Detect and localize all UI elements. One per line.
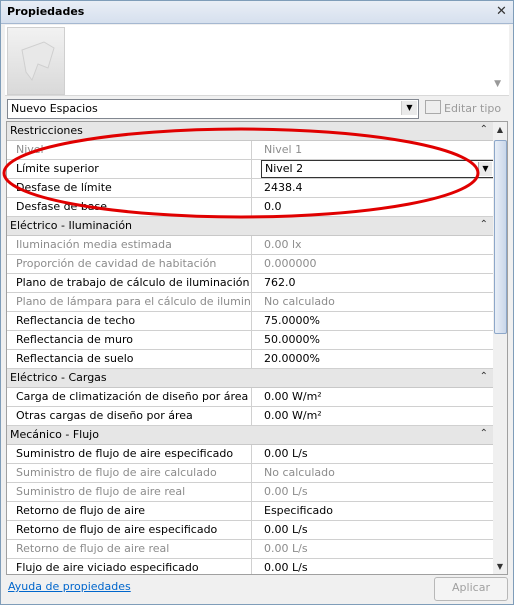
property-value: Nivel 1: [264, 143, 303, 156]
property-name: Retorno de flujo de aire: [7, 502, 252, 520]
property-name: Plano de lámpara para el cálculo de ilum…: [7, 293, 252, 311]
property-row[interactable]: Otras cargas de diseño por área 0.00 W/m²: [7, 407, 494, 426]
property-value[interactable]: Especificado: [261, 502, 494, 520]
property-row: Plano de lámpara para el cálculo de ilum…: [7, 293, 494, 312]
property-value[interactable]: 0.00 L/s: [261, 445, 494, 463]
type-selector[interactable]: Nuevo Espacios ▼: [7, 99, 419, 119]
help-link[interactable]: Ayuda de propiedades: [8, 580, 131, 593]
property-name: Desfase de límite: [7, 179, 252, 197]
property-value[interactable]: 0.00 W/m²: [261, 388, 494, 406]
collapse-icon[interactable]: ⌃: [480, 371, 488, 382]
property-name: Suministro de flujo de aire real: [7, 483, 252, 501]
property-name: Límite superior: [7, 160, 252, 178]
property-value: No calculado: [264, 466, 335, 479]
property-value[interactable]: 762.0: [261, 274, 494, 292]
property-name: Flujo de aire viciado especificado: [7, 559, 252, 574]
edit-type-label: Editar tipo: [444, 102, 502, 115]
apply-button[interactable]: Aplicar: [434, 577, 508, 601]
property-value: 0.000000: [264, 257, 317, 270]
property-value: Nivel 2: [265, 162, 304, 175]
property-row[interactable]: Retorno de flujo de aire especificado 0.0…: [7, 521, 494, 540]
property-row[interactable]: Suministro de flujo de aire especificado…: [7, 445, 494, 464]
group-header[interactable]: Restricciones ⌃: [7, 122, 494, 141]
property-row: Retorno de flujo de aire real 0.00 L/s: [7, 540, 494, 559]
property-value[interactable]: 50.0000%: [261, 331, 494, 349]
property-name: Suministro de flujo de aire calculado: [7, 464, 252, 482]
group-header[interactable]: Eléctrico - Cargas ⌃: [7, 369, 494, 388]
property-name: Iluminación media estimada: [7, 236, 252, 254]
property-row[interactable]: Reflectancia de suelo 20.0000%: [7, 350, 494, 369]
property-value[interactable]: 75.0000%: [261, 312, 494, 330]
property-value: 0.00 L/s: [264, 485, 308, 498]
property-row[interactable]: Desfase de base 0.0: [7, 198, 494, 217]
property-row: Nivel Nivel 1: [7, 141, 494, 160]
property-row[interactable]: Límite superior Nivel 2 ▼: [7, 160, 494, 179]
property-value-dropdown[interactable]: Nivel 2 ▼: [261, 160, 494, 178]
property-name: Otras cargas de diseño por área: [7, 407, 252, 425]
property-name: Plano de trabajo de cálculo de iluminaci…: [7, 274, 252, 292]
group-header[interactable]: Eléctrico - Iluminación ⌃: [7, 217, 494, 236]
title-bar[interactable]: Propiedades ✕: [1, 1, 513, 24]
property-name: Reflectancia de muro: [7, 331, 252, 349]
property-value[interactable]: 20.0000%: [261, 350, 494, 368]
preview-dropdown-icon[interactable]: ▼: [494, 79, 501, 89]
property-name: Retorno de flujo de aire especificado: [7, 521, 252, 539]
property-name: Suministro de flujo de aire especificado: [7, 445, 252, 463]
property-row[interactable]: Flujo de aire viciado especificado 0.00 L…: [7, 559, 494, 574]
property-value[interactable]: 0.0: [261, 198, 494, 216]
collapse-icon[interactable]: ⌃: [480, 219, 488, 230]
property-row: Proporción de cavidad de habitación 0.000…: [7, 255, 494, 274]
vertical-scrollbar[interactable]: ▲ ▼: [493, 121, 508, 575]
close-icon[interactable]: ✕: [494, 4, 509, 19]
property-value[interactable]: 0.00 L/s: [261, 521, 494, 539]
collapse-icon[interactable]: ⌃: [480, 124, 488, 135]
property-value[interactable]: 0.00 L/s: [261, 559, 494, 574]
properties-palette: Propiedades ✕ ▼ Nuevo Espacios ▼ Editar …: [0, 0, 514, 605]
type-preview-image: [7, 27, 65, 95]
collapse-icon[interactable]: ⌃: [480, 428, 488, 439]
space-type-icon: [21, 41, 55, 82]
property-value[interactable]: 0.00 W/m²: [261, 407, 494, 425]
property-name: Nivel: [7, 141, 252, 159]
property-name: Reflectancia de techo: [7, 312, 252, 330]
property-row[interactable]: Reflectancia de techo 75.0000%: [7, 312, 494, 331]
chevron-down-icon[interactable]: ▼: [401, 101, 417, 115]
type-preview-area: ▼: [5, 25, 509, 96]
group-label: Mecánico - Flujo: [10, 428, 99, 441]
property-value: 0.00 L/s: [264, 542, 308, 555]
property-row[interactable]: Retorno de flujo de aire Especificado: [7, 502, 494, 521]
property-value: 0.00 lx: [264, 238, 302, 251]
type-selector-value: Nuevo Espacios: [11, 102, 98, 115]
property-row[interactable]: Reflectancia de muro 50.0000%: [7, 331, 494, 350]
group-label: Eléctrico - Cargas: [10, 371, 107, 384]
properties-grid: Restricciones ⌃ Nivel Nivel 1 Límite superio…: [6, 121, 495, 575]
edit-type-icon: [425, 100, 441, 114]
property-name: Desfase de base: [7, 198, 252, 216]
window-title: Propiedades: [7, 5, 85, 18]
property-row[interactable]: Carga de climatización de diseño por áre…: [7, 388, 494, 407]
property-row: Suministro de flujo de aire calculado No …: [7, 464, 494, 483]
group-label: Eléctrico - Iluminación: [10, 219, 133, 232]
edit-type-button[interactable]: Editar tipo: [425, 100, 501, 115]
scrollbar-thumb[interactable]: [494, 140, 507, 334]
property-row[interactable]: Plano de trabajo de cálculo de iluminaci…: [7, 274, 494, 293]
group-label: Restricciones: [10, 124, 83, 137]
scroll-down-icon[interactable]: ▼: [493, 559, 507, 574]
property-row: Suministro de flujo de aire real 0.00 L/s: [7, 483, 494, 502]
property-row: Iluminación media estimada 0.00 lx: [7, 236, 494, 255]
property-name: Carga de climatización de diseño por áre…: [7, 388, 252, 406]
property-name: Retorno de flujo de aire real: [7, 540, 252, 558]
group-header[interactable]: Mecánico - Flujo ⌃: [7, 426, 494, 445]
property-name: Proporción de cavidad de habitación: [7, 255, 252, 273]
property-value[interactable]: 2438.4: [261, 179, 494, 197]
chevron-down-icon[interactable]: ▼: [478, 162, 492, 176]
property-row[interactable]: Desfase de límite 2438.4: [7, 179, 494, 198]
scroll-up-icon[interactable]: ▲: [493, 122, 507, 137]
property-value: No calculado: [264, 295, 335, 308]
property-name: Reflectancia de suelo: [7, 350, 252, 368]
